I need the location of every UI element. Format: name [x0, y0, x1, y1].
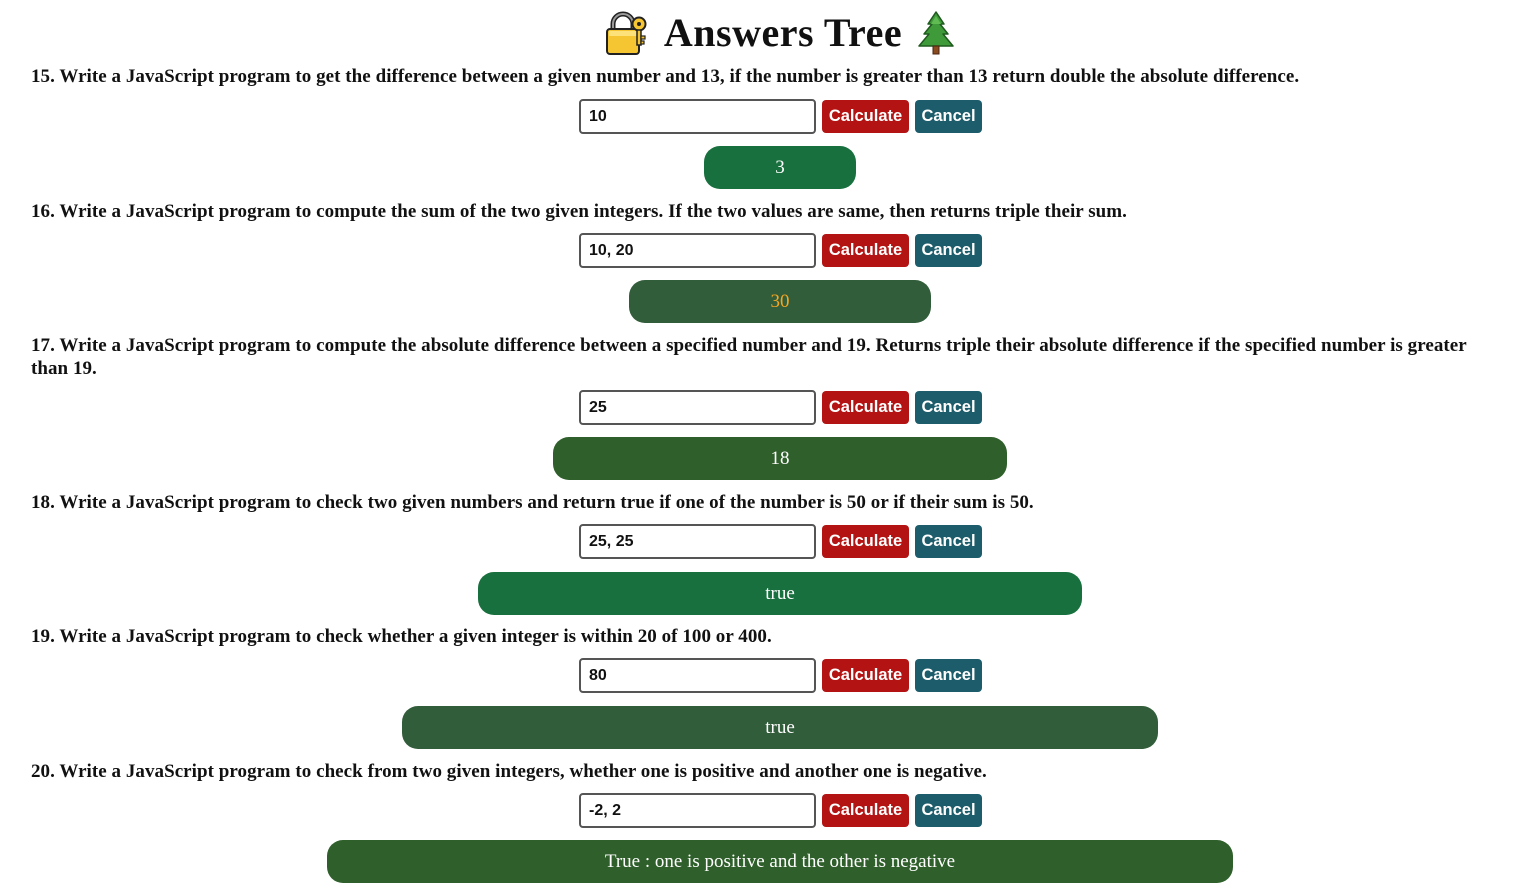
controls-row-20: Calculate Cancel	[579, 793, 982, 828]
calculate-button-20[interactable]: Calculate	[822, 794, 909, 827]
calculate-button-16[interactable]: Calculate	[822, 234, 909, 267]
number-input-16[interactable]	[579, 233, 816, 268]
question-15: 15. Write a JavaScript program to get th…	[31, 66, 1300, 87]
calculate-button-15[interactable]: Calculate	[822, 100, 909, 133]
controls-row-18: Calculate Cancel	[579, 524, 982, 559]
number-input-20[interactable]	[579, 793, 816, 828]
question-20: 20. Write a JavaScript program to check …	[31, 761, 987, 782]
calculate-button-17[interactable]: Calculate	[822, 391, 909, 424]
lock-key-icon	[604, 10, 650, 56]
calculate-button-19[interactable]: Calculate	[822, 659, 909, 692]
question-16: 16. Write a JavaScript program to comput…	[31, 201, 1127, 222]
result-20: True : one is positive and the other is …	[327, 840, 1233, 883]
cancel-button-15[interactable]: Cancel	[915, 100, 982, 133]
question-19: 19. Write a JavaScript program to check …	[31, 626, 772, 647]
result-16: 30	[629, 280, 931, 323]
evergreen-tree-icon	[916, 10, 956, 56]
page-title: Answers Tree	[663, 10, 903, 55]
cancel-button-18[interactable]: Cancel	[915, 525, 982, 558]
result-18: true	[478, 572, 1082, 615]
result-15: 3	[704, 146, 856, 189]
controls-row-15: Calculate Cancel	[579, 99, 982, 134]
number-input-15[interactable]	[579, 99, 816, 134]
question-18: 18. Write a JavaScript program to check …	[31, 492, 1034, 513]
page-header: Answers Tree	[0, 6, 1513, 60]
result-17: 18	[553, 437, 1007, 480]
controls-row-16: Calculate Cancel	[579, 233, 982, 268]
calculate-button-18[interactable]: Calculate	[822, 525, 909, 558]
result-19: true	[402, 706, 1158, 749]
number-input-18[interactable]	[579, 524, 816, 559]
cancel-button-16[interactable]: Cancel	[915, 234, 982, 267]
number-input-19[interactable]	[579, 658, 816, 693]
number-input-17[interactable]	[579, 390, 816, 425]
controls-row-19: Calculate Cancel	[579, 658, 982, 693]
cancel-button-17[interactable]: Cancel	[915, 391, 982, 424]
cancel-button-19[interactable]: Cancel	[915, 659, 982, 692]
cancel-button-20[interactable]: Cancel	[915, 794, 982, 827]
controls-row-17: Calculate Cancel	[579, 390, 982, 425]
question-17: 17. Write a JavaScript program to comput…	[31, 335, 1467, 379]
